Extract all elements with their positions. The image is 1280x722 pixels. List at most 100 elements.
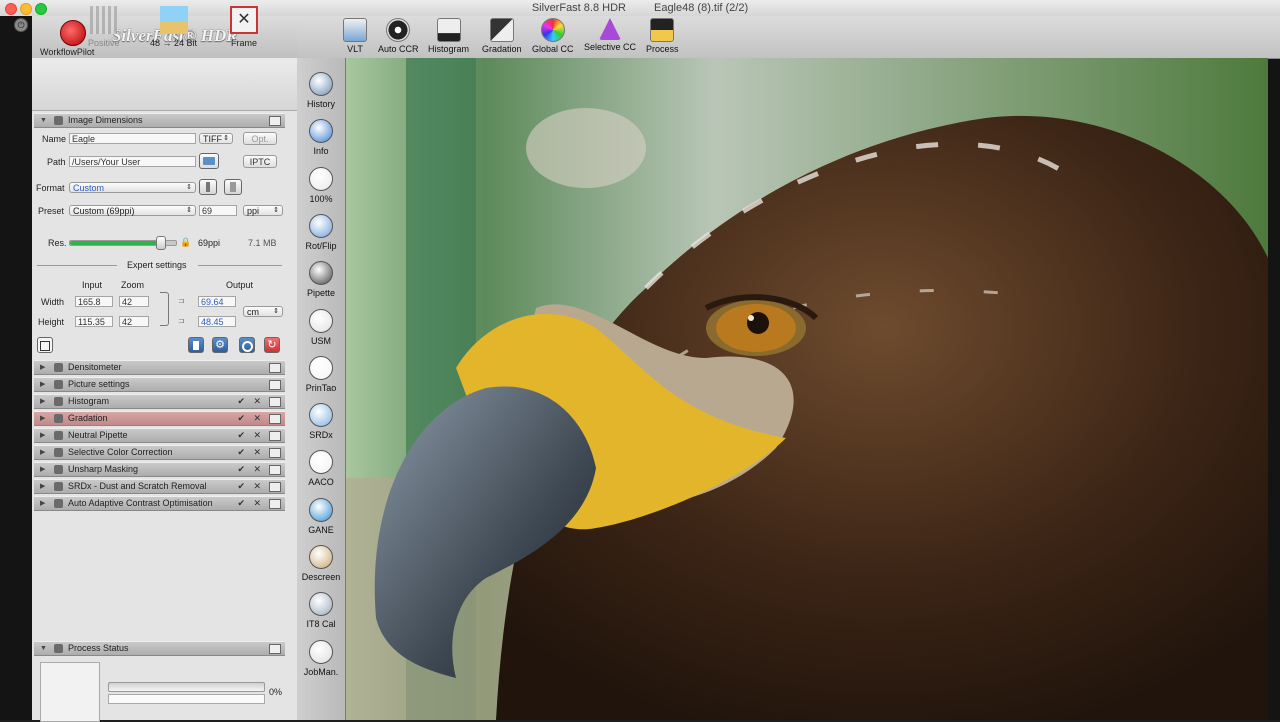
panel-options-icon[interactable] [269,414,281,424]
file-format-select[interactable]: TIFF ⇕ [199,133,233,144]
image-preview[interactable] [346,58,1268,720]
bitdepth-button[interactable]: 48 → 24 Bit [150,6,197,48]
tool-section-header[interactable]: ▶ Neutral Pipette ✔ ✕ [34,428,285,443]
save-settings-button[interactable] [37,337,53,353]
height-zoom-field[interactable]: 42 [119,316,149,327]
remove-icon[interactable]: ✕ [253,480,261,493]
resolution-unit-select[interactable]: ppi ⇕ [243,205,283,216]
it8-cal-icon [309,592,333,617]
name-field[interactable]: Eagle [69,133,196,144]
workflowpilot-icon[interactable] [60,20,86,46]
section-icon [54,414,63,423]
vlt-button[interactable]: VLT [343,18,367,54]
height-label: Height [38,317,65,327]
panel-options-icon[interactable] [269,116,281,126]
resolution-slider-fill [70,241,162,245]
tool-section-header[interactable]: ▶ Unsharp Masking ✔ ✕ [34,462,285,477]
enable-checkmark-icon[interactable]: ✔ [237,446,245,459]
panel-options-icon[interactable] [269,482,281,492]
panel-options-icon[interactable] [269,363,281,373]
path-field[interactable]: /Users/Your User [69,156,196,167]
resolution-slider-thumb[interactable] [156,236,167,250]
panel-options-icon[interactable] [269,499,281,509]
tool-section-header[interactable]: ▶ Densitometer [34,360,285,375]
enable-checkmark-icon[interactable]: ✔ [237,395,245,408]
panel-options-icon[interactable] [269,448,281,458]
remove-icon[interactable]: ✕ [253,463,261,476]
remove-icon[interactable]: ✕ [253,497,261,510]
remove-icon[interactable]: ✕ [253,395,261,408]
enable-checkmark-icon[interactable]: ✔ [237,429,245,442]
remove-icon[interactable]: ✕ [253,446,261,459]
panel-options-icon[interactable] [269,465,281,475]
landscape-orientation-button[interactable] [224,179,242,195]
tool-descreen-button[interactable]: Descreen [297,545,345,582]
preset-number-field[interactable]: 69 [199,205,237,216]
width-zoom-field[interactable]: 42 [119,296,149,307]
tool-usm-button[interactable]: USM [297,308,345,346]
folder-button[interactable] [199,153,219,169]
tool-section-header[interactable]: ▶ Auto Adaptive Contrast Optimisation ✔ ✕ [34,496,285,511]
lock-icon[interactable]: 🔒 [180,237,191,248]
global-cc-button[interactable]: Global CC [532,18,574,54]
tool-it8-cal-button[interactable]: IT8 Cal [297,592,345,629]
tool-srdx-button[interactable]: SRDx [297,403,345,440]
enable-checkmark-icon[interactable]: ✔ [237,497,245,510]
auto-ccr-button[interactable]: Auto CCR [378,18,419,54]
tool-gane-button[interactable]: GANE [297,497,345,535]
process-percent: 0% [269,687,283,697]
section-icon [54,363,63,372]
remove-icon[interactable]: ✕ [253,429,261,442]
width-output-field[interactable]: 69.64 [198,296,236,307]
tool-section-header[interactable]: ▶ Selective Color Correction ✔ ✕ [34,445,285,460]
enable-checkmark-icon[interactable]: ✔ [237,463,245,476]
remove-icon[interactable]: ✕ [253,412,261,425]
unlock-icon[interactable]: ⊐ [178,296,185,305]
magnifier-button[interactable] [239,337,255,353]
tool-info-button[interactable]: Info [297,119,345,156]
unlock-icon[interactable]: ⊐ [178,316,185,325]
power-icon[interactable]: ⏻ [14,18,28,32]
tool-section-header[interactable]: ▶ Histogram ✔ ✕ [34,394,285,409]
preset-select[interactable]: Custom (69ppi) ⇕ [69,205,196,216]
frame-button[interactable]: ✕ Frame [230,6,258,48]
portrait-orientation-button[interactable] [199,179,217,195]
settings-gear-button[interactable]: ⚙ [212,337,228,353]
format-select[interactable]: Custom ⇕ [69,182,196,193]
tool-aaco-button[interactable]: AACO [297,450,345,487]
expand-triangle-icon: ▶ [40,483,46,490]
tool-section-header[interactable]: ▶ Gradation ✔ ✕ [34,411,285,426]
gradation-button[interactable]: Gradation [482,18,522,54]
height-output-field[interactable]: 48.45 [198,316,236,327]
tool-section-header[interactable]: ▶ SRDx - Dust and Scratch Removal ✔ ✕ [34,479,285,494]
dimension-unit-select[interactable]: cm ⇕ [243,306,283,317]
enable-checkmark-icon[interactable]: ✔ [237,480,245,493]
histogram-button[interactable]: Histogram [428,18,469,54]
tool-section-header[interactable]: ▶ Picture settings [34,377,285,392]
tool-rotate-flip-button[interactable]: Rot/Flip [297,213,345,251]
image-dimensions-header[interactable]: ▼ Image Dimensions [34,113,285,128]
document-button[interactable] [188,337,204,353]
enable-checkmark-icon[interactable]: ✔ [237,412,245,425]
process-button[interactable]: Process [646,18,679,54]
tool-zoom-button[interactable]: 100% [297,166,345,204]
tool-printao-button[interactable]: PrinTao [297,355,345,393]
panel-options-icon[interactable] [269,380,281,390]
reset-button[interactable]: ↻ [264,337,280,353]
positive-mode-button[interactable]: Positive [88,6,120,48]
width-input-field[interactable]: 165.8 [75,296,113,307]
tool-history-button[interactable]: History [297,72,345,109]
tool-jobman-button[interactable]: JobMan. [297,639,345,677]
expand-triangle-icon: ▶ [40,381,46,388]
panel-options-icon[interactable] [269,397,281,407]
selective-cc-button[interactable]: Selective CC [584,18,636,52]
height-input-field[interactable]: 115.35 [75,316,113,327]
tool-pipette-button[interactable]: Pipette [297,261,345,298]
opt-button[interactable]: Opt. [243,132,277,145]
iptc-button[interactable]: IPTC [243,155,277,168]
process-status-header[interactable]: ▼ Process Status [34,641,285,656]
panel-options-icon[interactable] [269,431,281,441]
input-column-label: Input [82,280,103,290]
panel-options-icon[interactable] [269,644,281,654]
chain-link-icon[interactable] [160,292,169,326]
